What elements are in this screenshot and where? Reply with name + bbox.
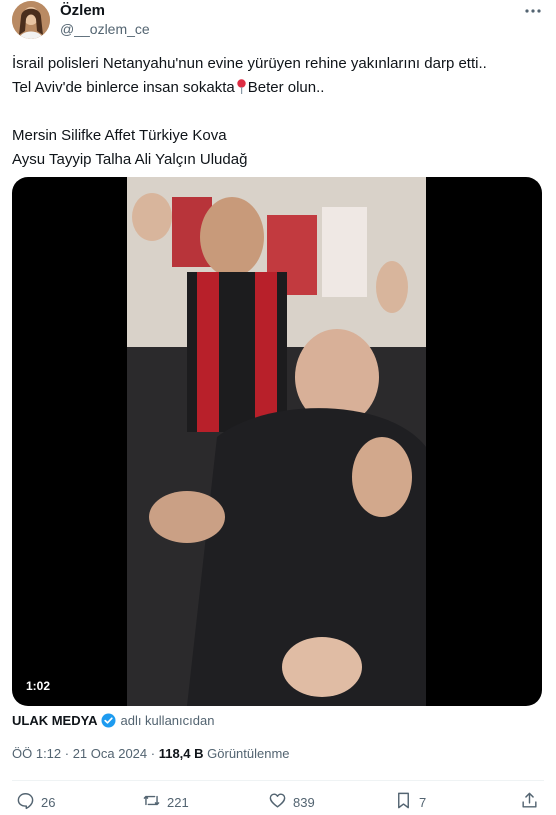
divider xyxy=(12,780,544,781)
heart-icon xyxy=(268,791,287,813)
tweet-spacer xyxy=(12,100,542,124)
bookmark-count: 7 xyxy=(419,794,427,810)
tweet-header: Özlem @__ozlem_ce xyxy=(12,0,544,40)
source-suffix: adlı kullanıcıdan xyxy=(120,712,215,728)
action-bar: 26 221 839 7 xyxy=(12,791,544,813)
tweet-line-part: Beter olun.. xyxy=(247,79,325,96)
share-button[interactable] xyxy=(520,791,539,813)
user-handle[interactable]: @__ozlem_ce xyxy=(60,21,150,37)
source-name[interactable]: ULAK MEDYA xyxy=(12,713,97,728)
tweet-line: Aysu Tayyip Talha Ali Yalçın Uludağ xyxy=(12,151,248,168)
more-options-icon[interactable] xyxy=(522,4,544,18)
repost-button[interactable]: 221 xyxy=(142,791,189,813)
verified-badge-icon xyxy=(101,713,116,728)
display-name[interactable]: Özlem xyxy=(60,2,105,19)
tweet-timestamp[interactable]: ÖÖ 1:12 · 21 Oca 2024 · xyxy=(12,746,155,761)
round-pushpin-emoji-icon xyxy=(236,78,247,94)
video-source: ULAK MEDYA adlı kullanıcıdan xyxy=(12,710,214,730)
bookmark-button[interactable]: 7 xyxy=(394,791,426,813)
reply-count: 26 xyxy=(41,794,56,810)
views-label: Görüntülenme xyxy=(207,746,290,761)
repost-count: 221 xyxy=(167,794,189,810)
like-count: 839 xyxy=(293,794,315,810)
avatar[interactable] xyxy=(12,1,50,39)
tweet-meta: ÖÖ 1:12 · 21 Oca 2024 · 118,4 B Görüntül… xyxy=(12,746,290,761)
tweet-text: İsrail polisleri Netanyahu'nun evine yür… xyxy=(12,52,542,172)
tweet-line-part: Tel Aviv'de binlerce insan sokakta xyxy=(12,79,235,96)
share-icon xyxy=(520,791,539,813)
repost-icon xyxy=(142,791,161,813)
like-button[interactable]: 839 xyxy=(268,791,315,813)
video-frame xyxy=(127,177,426,706)
video-player[interactable]: 1:02 xyxy=(12,177,542,706)
tweet-line: İsrail polisleri Netanyahu'nun evine yür… xyxy=(12,55,487,72)
bookmark-icon xyxy=(394,791,413,813)
views-count: 118,4 B xyxy=(158,746,204,761)
tweet-line: Tel Aviv'de binlerce insan sokakta Beter … xyxy=(12,76,542,100)
video-duration: 1:02 xyxy=(20,676,57,696)
reply-icon xyxy=(16,791,35,813)
reply-button[interactable]: 26 xyxy=(16,791,55,813)
tweet-line: Mersin Silifke Affet Türkiye Kova xyxy=(12,127,227,144)
